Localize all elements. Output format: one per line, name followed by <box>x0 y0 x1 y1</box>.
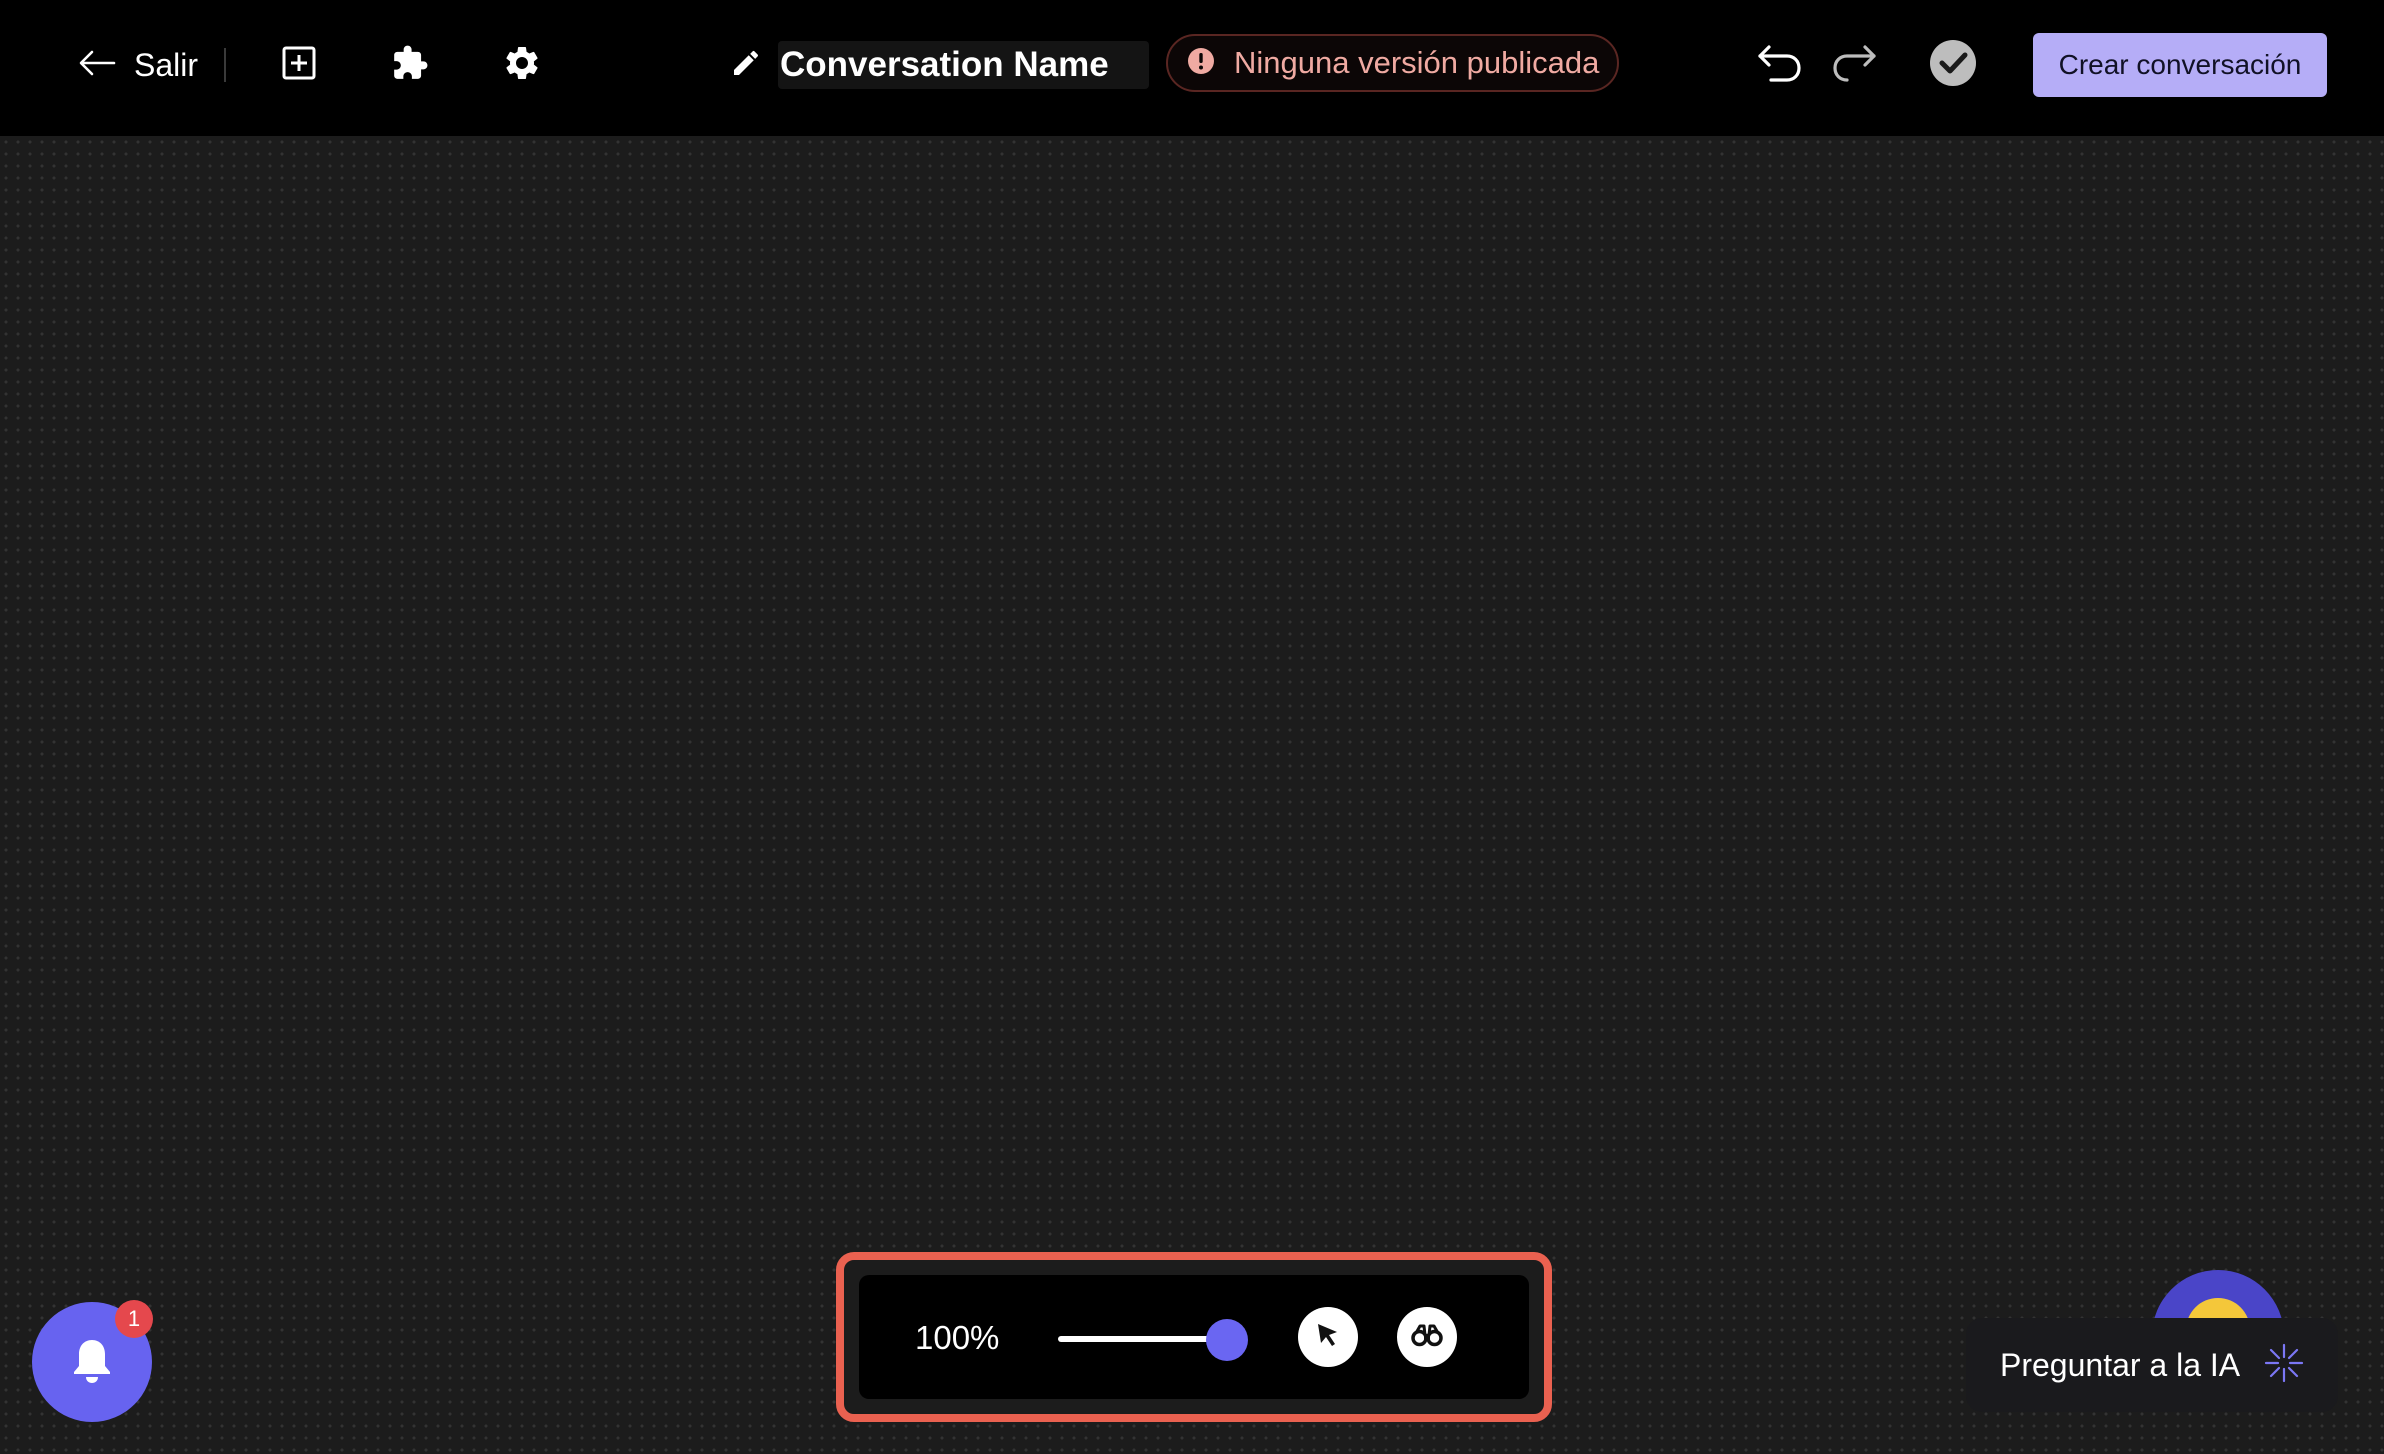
redo-button[interactable] <box>1829 40 1879 90</box>
arrow-left-icon <box>78 48 116 83</box>
top-bar: Salir Conversation Name Ninguna versión … <box>0 0 2384 136</box>
sparkle-icon <box>2262 1341 2306 1390</box>
pencil-icon <box>730 47 762 84</box>
add-box-icon <box>282 46 316 85</box>
zoom-toolbar-highlight: 100% <box>836 1252 1552 1422</box>
explore-tool-button[interactable] <box>1397 1307 1457 1367</box>
conversation-title-field[interactable]: Conversation Name <box>730 40 1149 90</box>
settings-button[interactable] <box>497 40 547 90</box>
undo-icon <box>1757 43 1803 88</box>
zoom-slider[interactable] <box>1058 1319 1248 1361</box>
zoom-level-label: 100% <box>915 1319 1000 1356</box>
select-tool-button[interactable] <box>1298 1307 1358 1367</box>
zoom-slider-track <box>1058 1336 1227 1342</box>
ask-ai-label: Preguntar a la IA <box>2000 1346 2241 1383</box>
gear-icon <box>502 43 542 88</box>
alert-icon <box>1186 46 1216 81</box>
integrations-button[interactable] <box>385 40 435 90</box>
redo-icon <box>1831 43 1877 88</box>
exit-label: Salir <box>134 46 199 83</box>
undo-button[interactable] <box>1755 40 1805 90</box>
cursor-icon <box>1313 1320 1343 1355</box>
check-circle-icon <box>1929 39 1977 92</box>
bell-icon <box>70 1336 114 1389</box>
puzzle-icon <box>391 44 429 87</box>
publish-status-badge: Ninguna versión publicada <box>1166 34 1620 92</box>
toolbar-divider <box>224 48 226 82</box>
notification-count-badge: 1 <box>115 1300 153 1338</box>
ask-ai-button[interactable]: Preguntar a la IA <box>1966 1318 2338 1412</box>
binoculars-icon <box>1411 1323 1443 1352</box>
create-conversation-button[interactable]: Crear conversación <box>2033 33 2327 97</box>
conversation-title[interactable]: Conversation Name <box>778 41 1149 89</box>
publish-status-text: Ninguna versión publicada <box>1234 45 1600 80</box>
zoom-toolbar: 100% <box>859 1275 1529 1399</box>
zoom-slider-thumb[interactable] <box>1206 1319 1248 1361</box>
exit-button[interactable]: Salir <box>78 40 198 90</box>
app-window: Salir Conversation Name Ninguna versión … <box>0 0 2384 1454</box>
add-node-button[interactable] <box>274 40 324 90</box>
validate-button[interactable] <box>1928 39 1978 92</box>
